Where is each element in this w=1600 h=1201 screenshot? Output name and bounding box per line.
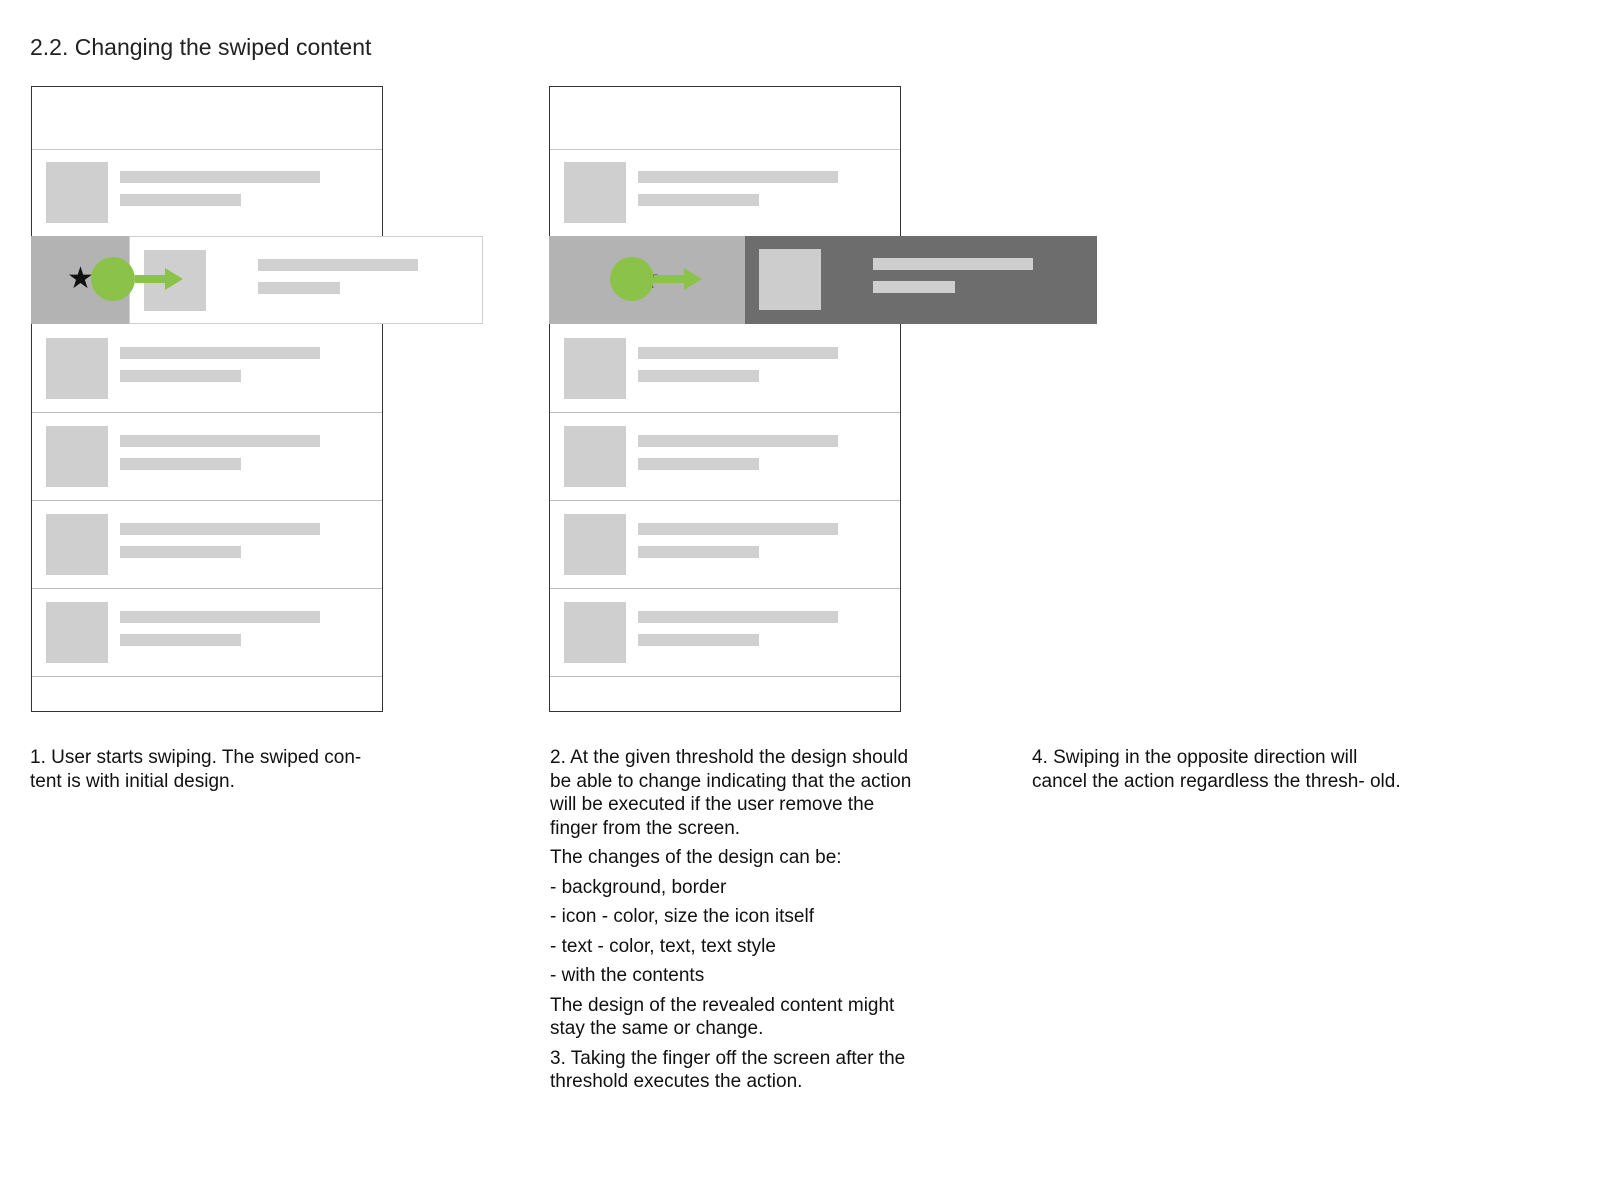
caption-text: 4. Swiping in the opposite direction wil… [1032, 747, 1401, 792]
thumbnail [564, 338, 626, 399]
list-item[interactable] [32, 589, 382, 677]
thumbnail [564, 426, 626, 487]
star-icon: ★ [67, 262, 94, 295]
text-placeholder [638, 523, 838, 535]
list-item[interactable] [32, 501, 382, 589]
arrow-right-icon [654, 268, 702, 290]
list-item[interactable] [32, 413, 382, 501]
text-placeholder [120, 458, 241, 470]
app-bar [550, 87, 900, 150]
text-placeholder [873, 258, 1033, 270]
text-placeholder [873, 281, 955, 293]
text-placeholder [120, 634, 241, 646]
list-item[interactable] [550, 325, 900, 413]
thumbnail [46, 602, 108, 663]
thumbnail [564, 602, 626, 663]
text-placeholder [120, 370, 241, 382]
text-placeholder [120, 611, 320, 623]
thumbnail [46, 338, 108, 399]
text-placeholder [258, 282, 340, 294]
swiped-row-initial[interactable]: ★ [31, 236, 483, 324]
text-placeholder [638, 194, 759, 206]
caption-step-1: 1. User starts swiping. The swiped con- … [30, 746, 390, 799]
phone-mockup-initial [31, 86, 383, 712]
app-bar [32, 87, 382, 150]
text-placeholder [638, 611, 838, 623]
swiped-card-active[interactable] [745, 236, 1097, 324]
text-placeholder [120, 546, 241, 558]
text-placeholder [638, 171, 838, 183]
text-placeholder [120, 523, 320, 535]
list-item[interactable] [550, 501, 900, 589]
caption-step-2-3: 2. At the given threshold the design sho… [550, 746, 920, 1100]
text-placeholder [638, 370, 759, 382]
caption-text: The changes of the design can be: [550, 847, 842, 868]
list-item: - icon - color, size the icon itself [550, 906, 814, 927]
caption-text: 2. At the given threshold the design sho… [550, 747, 912, 839]
text-placeholder [120, 347, 320, 359]
list-item: - background, border [550, 876, 727, 898]
list-item[interactable] [32, 149, 382, 237]
caption-text: 1. User starts swiping. The swiped con- … [30, 747, 362, 792]
list-item: - with the contents [550, 965, 705, 986]
list-item: - text - color, text, text style [550, 935, 776, 957]
caption-text: 3. Taking the finger off the screen afte… [550, 1047, 906, 1093]
thumbnail [46, 514, 108, 575]
touch-point-icon [91, 257, 135, 301]
touch-point-icon [610, 257, 654, 301]
thumbnail [46, 162, 108, 223]
thumbnail [564, 162, 626, 223]
text-placeholder [258, 259, 418, 271]
arrow-right-icon [135, 268, 183, 290]
caption-step-4: 4. Swiping in the opposite direction wil… [1032, 746, 1402, 799]
text-placeholder [638, 634, 759, 646]
phone-mockup-threshold [549, 86, 901, 712]
swiped-row-threshold[interactable]: ★ [549, 236, 1097, 324]
text-placeholder [120, 171, 320, 183]
list-item[interactable] [550, 589, 900, 677]
text-placeholder [120, 194, 241, 206]
thumbnail [759, 249, 821, 310]
list-item[interactable] [32, 325, 382, 413]
thumbnail [46, 426, 108, 487]
text-placeholder [638, 347, 838, 359]
caption-text: The design of the revealed content might… [550, 994, 895, 1040]
list-item[interactable] [550, 149, 900, 237]
text-placeholder [638, 435, 838, 447]
thumbnail [564, 514, 626, 575]
text-placeholder [120, 435, 320, 447]
list-item[interactable] [550, 413, 900, 501]
page-title: 2.2. Changing the swiped content [30, 34, 372, 60]
text-placeholder [638, 458, 759, 470]
text-placeholder [638, 546, 759, 558]
